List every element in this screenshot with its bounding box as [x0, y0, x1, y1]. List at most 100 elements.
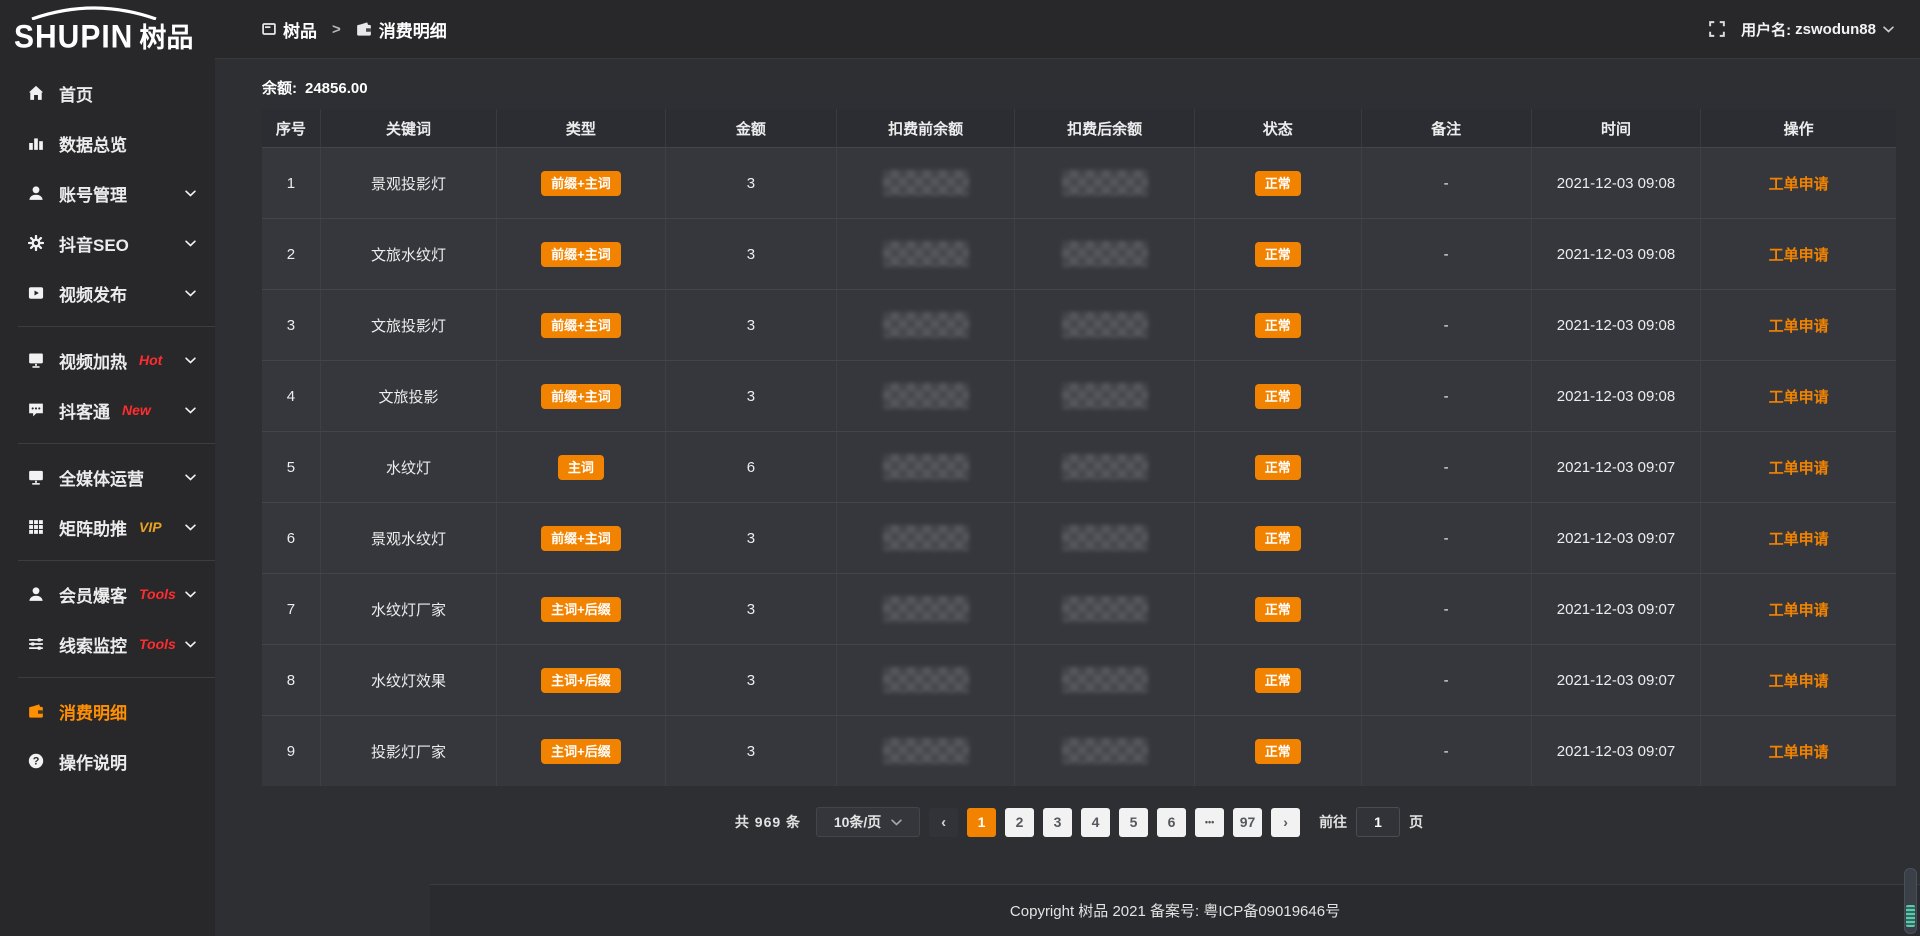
cell-index: 1: [262, 148, 321, 218]
sidebar-item[interactable]: 线索监控 Tools: [0, 619, 215, 669]
sidebar: SHUPIN 树品 首页数据总览账号管理抖音SEO视频发布视频加热Hot抖客通N…: [0, 0, 215, 936]
table-cell: 前缀+主词: [497, 361, 665, 431]
sidebar-item[interactable]: 抖客通New: [0, 385, 215, 435]
chevron-down-icon: [182, 285, 199, 302]
page-number-button[interactable]: 5: [1119, 808, 1148, 837]
cell-remark: -: [1362, 219, 1532, 289]
cell-time: 2021-12-03 09:07: [1532, 645, 1702, 715]
sidebar-item-label: 视频发布: [59, 281, 127, 306]
sidebar-divider: [18, 326, 215, 327]
ticket-apply-link[interactable]: 工单申请: [1769, 741, 1829, 762]
masked-balance-after: [1062, 596, 1148, 622]
page-number-button[interactable]: 6: [1157, 808, 1186, 837]
table-cell: 工单申请: [1701, 716, 1895, 786]
table-row: 5水纹灯主词6正常-2021-12-03 09:07工单申请: [262, 431, 1896, 502]
sidebar-item[interactable]: 数据总览: [0, 118, 215, 168]
sidebar-item[interactable]: 首页: [0, 68, 215, 118]
table-cell: [1015, 716, 1195, 786]
table-cell: [1015, 574, 1195, 644]
status-badge: 正常: [1255, 171, 1301, 196]
chevron-down-icon: [182, 469, 199, 486]
ticket-apply-link[interactable]: 工单申请: [1769, 244, 1829, 265]
sidebar-item[interactable]: 全媒体运营: [0, 452, 215, 502]
cell-index: 4: [262, 361, 321, 431]
sidebar-item-tag: Tools: [139, 636, 176, 652]
status-badge: 正常: [1255, 526, 1301, 551]
page-number-button[interactable]: 3: [1043, 808, 1072, 837]
masked-balance-before: [883, 596, 969, 622]
sidebar-item-label: 抖客通: [59, 398, 110, 423]
cell-amount: 3: [666, 716, 838, 786]
scrollbar-thumb[interactable]: [1906, 905, 1915, 927]
ticket-apply-link[interactable]: 工单申请: [1769, 315, 1829, 336]
sidebar-item[interactable]: ?操作说明: [0, 736, 215, 786]
user-menu[interactable]: 用户名: zswodun88: [1741, 19, 1894, 40]
page-number-button[interactable]: 2: [1005, 808, 1034, 837]
chevron-down-icon: [182, 235, 199, 252]
type-badge: 主词: [558, 455, 604, 480]
brand-cn-text: 树品: [139, 16, 193, 55]
goto-page-input[interactable]: [1356, 807, 1400, 837]
prev-page-button[interactable]: ‹: [929, 808, 958, 837]
masked-balance-after: [1062, 241, 1148, 267]
sidebar-item-tag: Hot: [139, 352, 162, 368]
sidebar-item[interactable]: 消费明细: [0, 686, 215, 736]
page-number-button[interactable]: 97: [1233, 808, 1262, 837]
breadcrumb-item-home[interactable]: 树品: [283, 17, 317, 42]
page-number-button[interactable]: 1: [967, 808, 996, 837]
chevron-down-icon: [182, 636, 199, 653]
column-header: 扣费后余额: [1015, 109, 1195, 147]
sidebar-divider: [18, 443, 215, 444]
sidebar-item[interactable]: 视频加热Hot: [0, 335, 215, 385]
status-badge: 正常: [1255, 242, 1301, 267]
masked-balance-after: [1062, 738, 1148, 764]
ticket-apply-link[interactable]: 工单申请: [1769, 386, 1829, 407]
bar-chart-icon: [27, 135, 44, 152]
table-body: 1景观投影灯前缀+主词3正常-2021-12-03 09:08工单申请2文旅水纹…: [262, 147, 1896, 786]
sidebar-item[interactable]: 视频发布: [0, 268, 215, 318]
chevron-down-icon: [182, 519, 199, 536]
fullscreen-icon[interactable]: [1709, 21, 1725, 37]
cell-amount: 3: [666, 148, 838, 218]
cell-remark: -: [1362, 503, 1532, 573]
goto-suffix: 页: [1409, 812, 1423, 832]
sidebar-item-label: 矩阵助推: [59, 515, 127, 540]
sidebar-item[interactable]: 账号管理: [0, 168, 215, 218]
sidebar-item[interactable]: 矩阵助推VIP: [0, 502, 215, 552]
page-size-select[interactable]: 10条/页: [816, 807, 920, 837]
ticket-apply-link[interactable]: 工单申请: [1769, 670, 1829, 691]
column-header: 操作: [1701, 109, 1895, 147]
ticket-apply-link[interactable]: 工单申请: [1769, 528, 1829, 549]
cell-keyword: 水纹灯: [321, 432, 497, 502]
column-header: 关键词: [321, 109, 497, 147]
table-cell: [837, 148, 1015, 218]
page-number-button[interactable]: 4: [1081, 808, 1110, 837]
sidebar-item-tag: Tools: [139, 586, 176, 602]
copyright-text: Copyright 树品 2021 备案号: 粤ICP备09019646号: [1010, 900, 1340, 921]
goto-label: 前往: [1319, 812, 1347, 832]
next-page-button[interactable]: ›: [1271, 808, 1300, 837]
table-cell: 正常: [1195, 574, 1362, 644]
cell-time: 2021-12-03 09:07: [1532, 432, 1702, 502]
more-pages-button[interactable]: •••: [1195, 808, 1224, 837]
sidebar-item-label: 线索监控: [59, 632, 127, 657]
table-cell: [1015, 148, 1195, 218]
column-header: 备注: [1362, 109, 1532, 147]
status-badge: 正常: [1255, 313, 1301, 338]
cell-time: 2021-12-03 09:08: [1532, 148, 1702, 218]
scrollbar-track[interactable]: [1904, 868, 1917, 934]
sidebar-item-label: 会员爆客: [59, 582, 127, 607]
topbar: 树品 > 消费明细 用户名: zswodun88: [215, 0, 1920, 59]
cell-amount: 6: [666, 432, 838, 502]
sidebar-item[interactable]: 抖音SEO: [0, 218, 215, 268]
balance-value: 24856.00: [305, 80, 368, 97]
ticket-apply-link[interactable]: 工单申请: [1769, 599, 1829, 620]
ticket-apply-link[interactable]: 工单申请: [1769, 173, 1829, 194]
footer: Copyright 树品 2021 备案号: 粤ICP备09019646号: [430, 884, 1920, 936]
monitor-icon: [27, 469, 44, 486]
cell-remark: -: [1362, 716, 1532, 786]
page-buttons: 123456 ••• 97: [967, 808, 1262, 837]
sidebar-divider: [18, 560, 215, 561]
ticket-apply-link[interactable]: 工单申请: [1769, 457, 1829, 478]
sidebar-item[interactable]: 会员爆客 Tools: [0, 569, 215, 619]
